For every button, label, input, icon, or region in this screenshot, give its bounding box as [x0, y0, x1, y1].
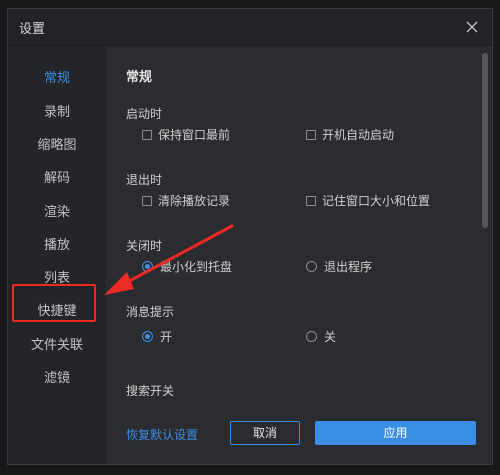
notify-group-label: 消息提示 [126, 305, 175, 319]
sidebar-item-list[interactable]: 列表 [8, 263, 106, 295]
close-icon [466, 21, 478, 33]
clear-history-label: 清除播放记录 [158, 194, 231, 208]
sidebar-item-record[interactable]: 录制 [8, 97, 106, 129]
notify-off-radio[interactable]: 关 [306, 329, 336, 345]
auto-start-checkbox[interactable]: 开机自动启动 [306, 127, 394, 143]
notify-off-label: 关 [324, 330, 337, 344]
sidebar-item-playback[interactable]: 播放 [8, 230, 106, 262]
remember-window-checkbox[interactable]: 记住窗口大小和位置 [306, 193, 430, 209]
sidebar-item-general[interactable]: 常规 [8, 63, 106, 95]
settings-sidebar: 常规 录制 缩略图 解码 渲染 播放 列表 快捷键 文件关联 滤镜 [8, 46, 106, 464]
exit-program-radio[interactable]: 退出程序 [306, 259, 372, 275]
radio-selected [142, 331, 153, 342]
section-title: 常规 [126, 70, 153, 85]
sidebar-item-thumbnail[interactable]: 缩略图 [8, 130, 106, 162]
keep-on-top-checkbox[interactable]: 保持窗口最前 [142, 127, 230, 143]
reset-defaults-link[interactable]: 恢复默认设置 [126, 426, 198, 443]
settings-dialog: 设置 常规 录制 缩略图 解码 渲染 播放 列表 快捷键 文件关联 滤镜 常规 … [7, 8, 493, 465]
exit-group-label: 退出时 [126, 173, 163, 187]
content-scrollbar[interactable] [482, 53, 488, 393]
sidebar-item-file-association[interactable]: 文件关联 [8, 330, 106, 362]
minimize-to-tray-label: 最小化到托盘 [160, 260, 233, 274]
sidebar-item-shortcuts[interactable]: 快捷键 [8, 296, 106, 328]
sidebar-item-decode[interactable]: 解码 [8, 163, 106, 195]
auto-start-label: 开机自动启动 [322, 128, 395, 142]
sidebar-item-filter[interactable]: 滤镜 [8, 363, 106, 395]
close-button[interactable] [460, 15, 484, 39]
checkbox-box [142, 129, 152, 140]
close-group-label: 关闭时 [126, 239, 163, 253]
clear-history-checkbox[interactable]: 清除播放记录 [142, 193, 230, 209]
radio-unselected [306, 331, 317, 342]
search-group-label: 搜索开关 [126, 384, 175, 396]
apply-button[interactable]: 应用 [315, 421, 476, 445]
settings-content: 常规 启动时 保持窗口最前 开机自动启动 退出时 清除播放记录 记住窗口大小和位… [106, 46, 478, 396]
notify-on-label: 开 [160, 330, 173, 344]
checkbox-box [142, 195, 152, 206]
minimize-to-tray-radio[interactable]: 最小化到托盘 [142, 259, 232, 275]
title-bar: 设置 [8, 9, 492, 46]
radio-selected [142, 261, 153, 272]
keep-on-top-label: 保持窗口最前 [158, 128, 231, 142]
dialog-footer: 恢复默认设置 取消 应用 [106, 396, 492, 464]
cancel-button[interactable]: 取消 [230, 421, 300, 445]
exit-program-label: 退出程序 [324, 260, 373, 274]
checkbox-box [306, 129, 316, 140]
notify-on-radio[interactable]: 开 [142, 329, 172, 345]
remember-window-label: 记住窗口大小和位置 [322, 194, 431, 208]
dialog-title: 设置 [19, 22, 46, 37]
checkbox-box [306, 195, 316, 206]
sidebar-item-render[interactable]: 渲染 [8, 197, 106, 229]
scrollbar-thumb[interactable] [482, 53, 488, 228]
startup-group-label: 启动时 [126, 107, 163, 121]
radio-unselected [306, 261, 317, 272]
